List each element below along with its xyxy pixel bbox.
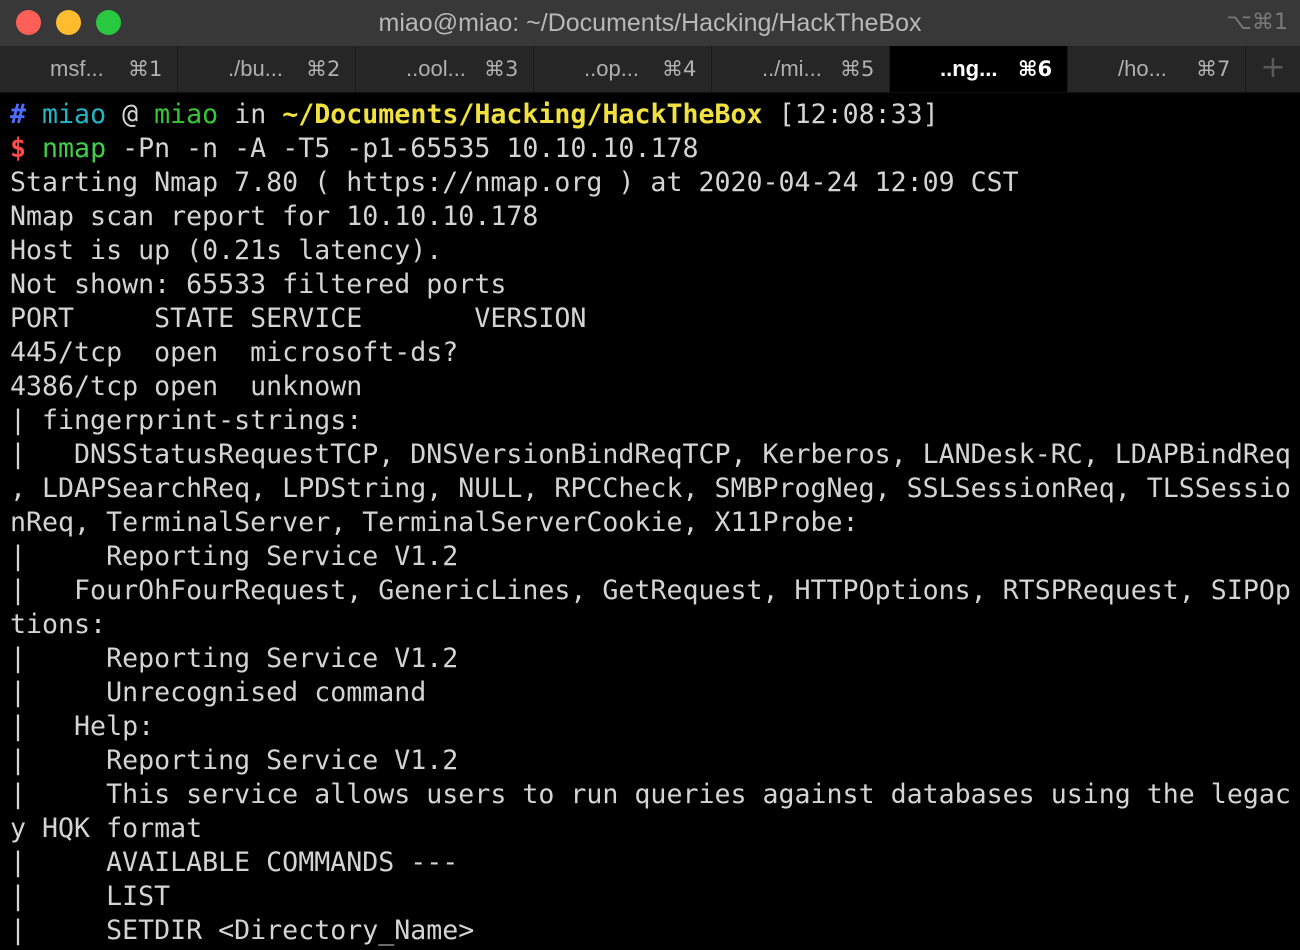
output-line: Nmap scan report for 10.10.10.178 xyxy=(10,201,539,232)
window-shortcut: ⌥⌘1 xyxy=(1226,10,1288,35)
output-line: | DNSStatusRequestTCP, DNSVersionBindReq… xyxy=(10,439,1291,470)
tab-label: ..ng... xyxy=(940,56,998,81)
tab-label: ./bu... xyxy=(228,56,284,81)
output-line: 445/tcp open microsoft-ds? xyxy=(10,337,459,368)
tab-shortcut: ⌘3 xyxy=(484,57,519,81)
tab-shortcut: ⌘4 xyxy=(662,57,697,81)
output-line: 4386/tcp open unknown xyxy=(10,371,363,402)
tab-shortcut: ⌘5 xyxy=(840,57,875,81)
tab-shortcut: ⌘1 xyxy=(128,57,163,81)
output-line: | FourOhFourRequest, GenericLines, GetRe… xyxy=(10,575,1291,606)
prompt-line: # miao @ miao in ~/Documents/Hacking/Hac… xyxy=(10,98,939,132)
output-line: | Reporting Service V1.2 xyxy=(10,745,459,776)
output-line: | Unrecognised command xyxy=(10,677,427,708)
output-line: Starting Nmap 7.80 ( https://nmap.org ) … xyxy=(10,167,1019,198)
tab-4[interactable]: ..op... ⌘4 xyxy=(534,46,712,92)
tab-5[interactable]: ../mi... ⌘5 xyxy=(712,46,890,92)
tab-7[interactable]: /ho... ⌘7 xyxy=(1068,46,1246,92)
prompt-path: ~/Documents/Hacking/HackTheBox xyxy=(282,99,763,130)
title-bar: miao@miao: ~/Documents/Hacking/HackTheBo… xyxy=(0,0,1300,46)
tab-bar: msf... ⌘1 ./bu... ⌘2 ..ool... ⌘3 ..op...… xyxy=(0,46,1300,93)
tab-shortcut: ⌘2 xyxy=(306,57,341,81)
output-line: , LDAPSearchReq, LPDString, NULL, RPCChe… xyxy=(10,473,1291,504)
output-line: nReq, TerminalServer, TerminalServerCook… xyxy=(10,507,859,538)
output-line: | fingerprint-strings: xyxy=(10,405,363,436)
tab-label: ../mi... xyxy=(762,56,822,81)
prompt-host: miao xyxy=(154,99,219,130)
tab-label: msf... xyxy=(50,56,104,81)
tab-label: ..op... xyxy=(584,56,640,81)
output-line: y HQK format xyxy=(10,813,203,844)
output-line: | LIST xyxy=(10,881,171,912)
output-line: | Help: xyxy=(10,711,155,742)
new-tab-button[interactable]: + xyxy=(1246,46,1300,92)
prompt-time: [12:08:33] xyxy=(778,99,939,130)
output-line: | SETDIR <Directory_Name> xyxy=(10,915,475,946)
prompt-user: miao xyxy=(42,99,107,130)
terminal-window: miao@miao: ~/Documents/Hacking/HackTheBo… xyxy=(0,0,1300,950)
tab-2[interactable]: ./bu... ⌘2 xyxy=(178,46,356,92)
tab-1[interactable]: msf... ⌘1 xyxy=(0,46,178,92)
tab-3[interactable]: ..ool... ⌘3 xyxy=(356,46,534,92)
command-args: -Pn -n -A -T5 -p1-65535 10.10.10.178 xyxy=(122,133,699,164)
output-line: Host is up (0.21s latency). xyxy=(10,235,443,266)
window-title: miao@miao: ~/Documents/Hacking/HackTheBo… xyxy=(378,9,922,37)
tab-label: ..ool... xyxy=(406,56,466,81)
prompt-hash: # xyxy=(10,99,27,130)
output-line: | Reporting Service V1.2 xyxy=(10,541,459,572)
output-line: | This service allows users to run queri… xyxy=(10,779,1291,810)
output-line: | Reporting Service V1.2 xyxy=(10,643,459,674)
terminal-content[interactable]: # miao @ miao in ~/Documents/Hacking/Hac… xyxy=(0,96,1300,950)
command-name: nmap xyxy=(42,133,107,164)
output-line: | AVAILABLE COMMANDS --- xyxy=(10,847,459,878)
output-line: tions: xyxy=(10,609,107,640)
tab-shortcut: ⌘6 xyxy=(1018,57,1053,81)
output-line: PORT STATE SERVICE VERSION xyxy=(10,303,587,334)
output-line: Not shown: 65533 filtered ports xyxy=(10,269,507,300)
tab-6-active[interactable]: ..ng... ⌘6 xyxy=(890,46,1068,92)
command-line: $ nmap -Pn -n -A -T5 -p1-65535 10.10.10.… xyxy=(10,132,698,166)
tab-shortcut: ⌘7 xyxy=(1196,57,1231,81)
tab-label: /ho... xyxy=(1118,56,1167,81)
prompt-dollar: $ xyxy=(10,133,27,164)
prompt-in: in xyxy=(234,99,267,130)
prompt-at: @ xyxy=(122,99,139,130)
